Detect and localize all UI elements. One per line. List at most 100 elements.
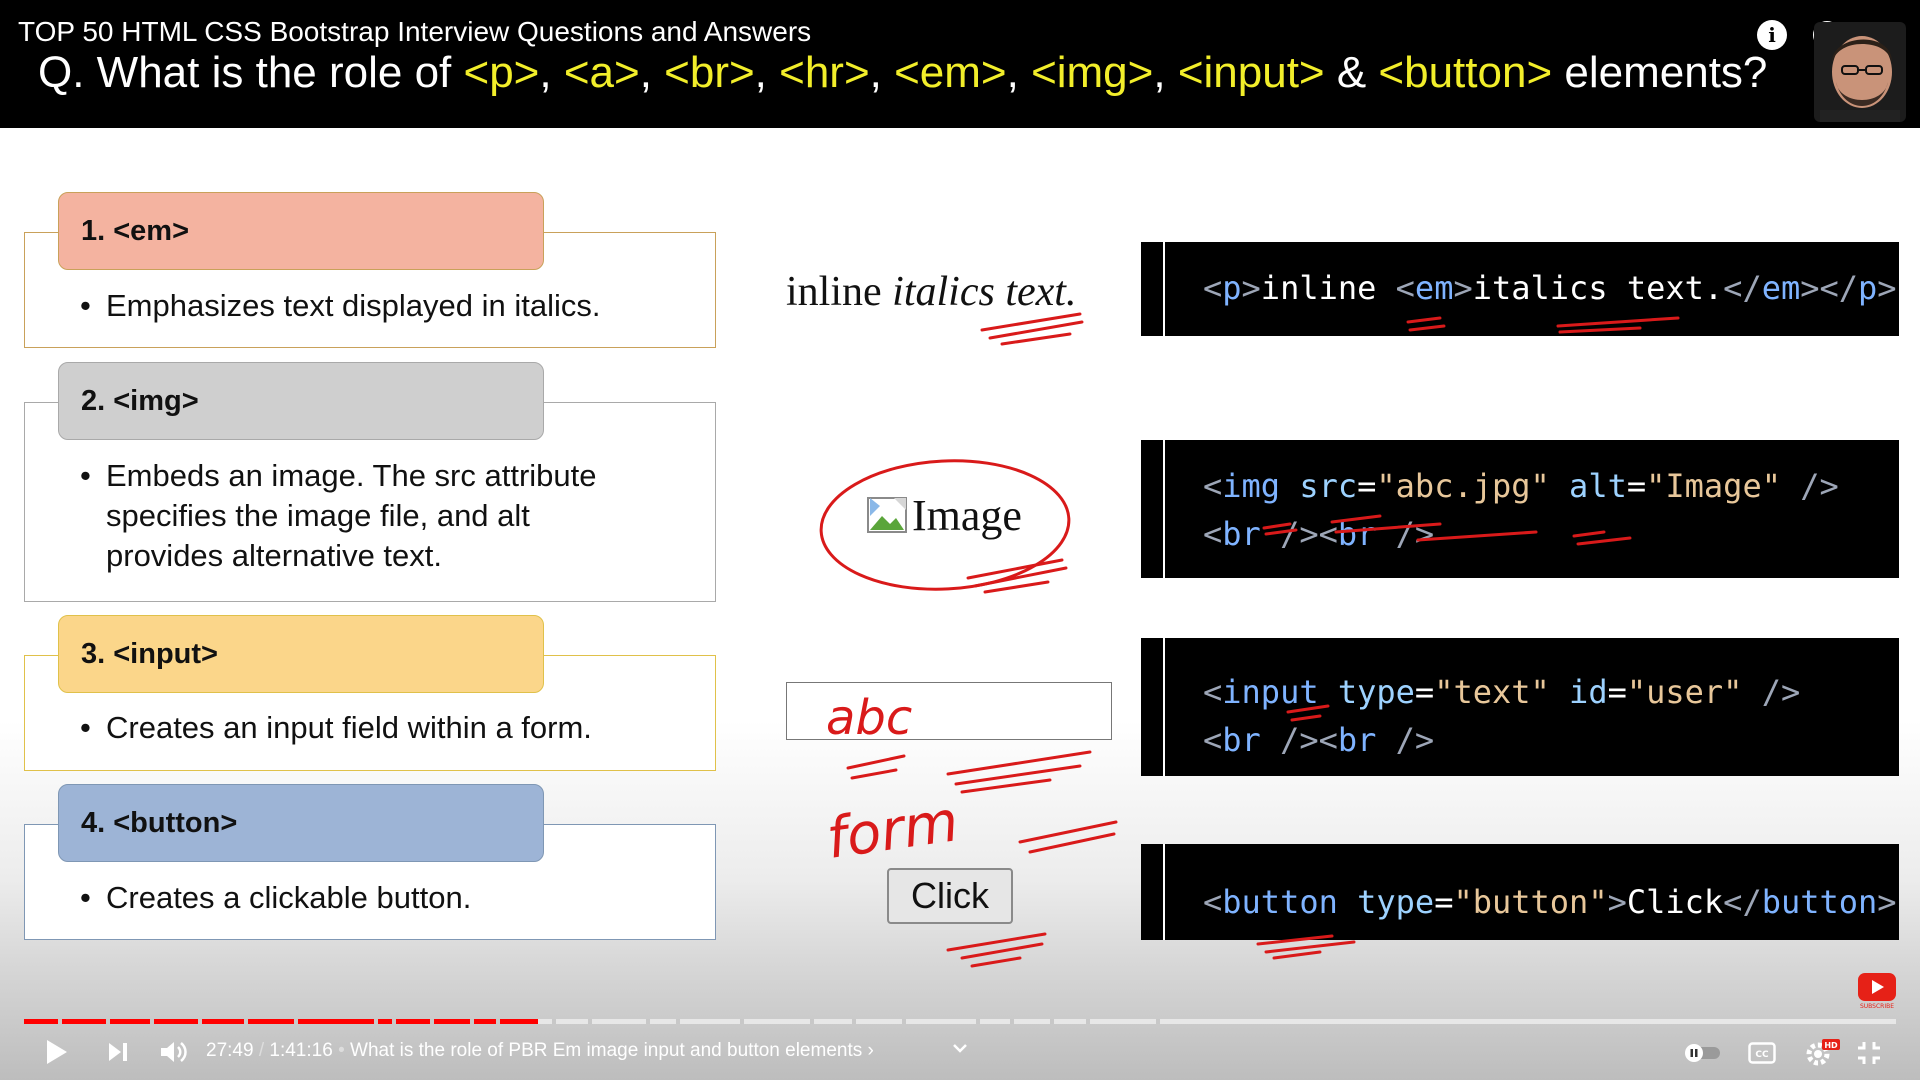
code-token: />< xyxy=(1280,721,1338,759)
code-token: /> xyxy=(1395,515,1435,553)
click-button-preview[interactable]: Click xyxy=(887,868,1013,924)
underline-input xyxy=(846,750,1092,794)
tag-br: <br> xyxy=(664,48,755,97)
code-token: "user" xyxy=(1626,673,1743,711)
code-line: <br /><br /> xyxy=(1203,510,1899,558)
code-token: ></ xyxy=(1800,269,1859,307)
volume-icon[interactable] xyxy=(158,1038,188,1070)
code-token: < xyxy=(1203,467,1223,505)
code-token: < xyxy=(1203,883,1223,921)
card-img-bullet: • Embeds an image. The src attribute spec… xyxy=(80,458,597,573)
tag-img: <img> xyxy=(1031,48,1154,97)
exit-fullscreen-icon[interactable] xyxy=(1856,1040,1882,1070)
code-token: > xyxy=(1607,883,1627,921)
code-token: src xyxy=(1299,467,1358,505)
code-token: "text" xyxy=(1434,673,1550,711)
text-input-preview[interactable] xyxy=(786,682,1112,740)
code-token: "button" xyxy=(1453,883,1608,921)
code-token: = xyxy=(1414,673,1435,711)
code-token: < xyxy=(1203,515,1223,553)
tag-button: <button> xyxy=(1378,48,1553,97)
broken-image-preview: Image xyxy=(866,490,1022,541)
card-input-bullet: • Creates an input field within a form. xyxy=(80,710,592,745)
code-line: <br /><br /> xyxy=(1203,716,1899,764)
underline-button xyxy=(946,932,1047,968)
code-token: </ xyxy=(1723,883,1762,921)
time-display: 27:49 / 1:41:16 • What is the role of PB… xyxy=(206,1040,874,1061)
tag-a: <a> xyxy=(563,48,640,97)
code-token: </ xyxy=(1723,269,1762,307)
tag-input: <input> xyxy=(1177,48,1325,97)
code-token: em xyxy=(1414,269,1454,307)
play-icon[interactable] xyxy=(44,1038,70,1070)
card-button-title: 4. <button> xyxy=(58,784,544,862)
code-token: p xyxy=(1858,269,1878,307)
tag-hr: <hr> xyxy=(779,48,870,97)
info-icon[interactable]: i xyxy=(1757,20,1787,50)
code-token: < xyxy=(1395,269,1415,307)
card-button-bullet: • Creates a clickable button. xyxy=(80,880,472,915)
code-token: img xyxy=(1222,467,1281,505)
question-suffix: elements? xyxy=(1552,48,1768,97)
autoplay-toggle[interactable] xyxy=(1684,1043,1722,1067)
code-token: Click xyxy=(1626,883,1724,921)
code-token: br xyxy=(1222,721,1261,759)
code-token: br xyxy=(1222,515,1261,553)
next-icon[interactable] xyxy=(106,1040,130,1068)
captions-icon[interactable]: CC xyxy=(1748,1042,1776,1068)
code-token: = xyxy=(1434,883,1454,921)
code-line: <button type="button">Click</button> xyxy=(1203,878,1899,926)
code-token: br xyxy=(1337,721,1377,759)
code-token: br xyxy=(1337,515,1377,553)
code-token: button xyxy=(1222,883,1338,921)
code-token: < xyxy=(1203,721,1223,759)
code-token: > xyxy=(1241,269,1261,307)
code-token: /> xyxy=(1761,673,1801,711)
series-title[interactable]: TOP 50 HTML CSS Bootstrap Interview Ques… xyxy=(18,16,811,48)
code-token: button xyxy=(1761,883,1878,921)
progress-played xyxy=(24,1019,539,1024)
code-token: = xyxy=(1607,673,1627,711)
svg-text:CC: CC xyxy=(1755,1050,1769,1060)
underline-italics xyxy=(980,312,1084,346)
subscribe-watermark[interactable]: SUBSCRIBE xyxy=(1857,972,1897,1010)
code-token: />< xyxy=(1280,515,1338,553)
code-token: > xyxy=(1877,269,1897,307)
chapter-title[interactable]: What is the role of PBR Em image input a… xyxy=(350,1040,862,1061)
current-time: 27:49 xyxy=(206,1040,254,1061)
form-strokes xyxy=(1018,820,1118,854)
card-em-bullet: • Emphasizes text displayed in italics. xyxy=(80,288,601,323)
broken-image-icon xyxy=(866,494,910,538)
code-token: "Image" xyxy=(1646,467,1781,505)
duration: 1:41:16 xyxy=(269,1040,333,1061)
tag-em: <em> xyxy=(894,48,1007,97)
code-token: alt xyxy=(1569,467,1627,505)
code-token: /> xyxy=(1395,721,1435,759)
code-token: = xyxy=(1626,467,1647,505)
code-em-example: <p>inline <em>italics text.</em></p> xyxy=(1141,242,1899,336)
code-line: <input type="text" id="user" /> xyxy=(1203,668,1899,716)
code-token: = xyxy=(1357,467,1377,505)
code-token: p xyxy=(1222,269,1242,307)
code-token: italics text. xyxy=(1472,269,1724,307)
code-token: /> xyxy=(1800,467,1839,505)
code-input-example: <input type="text" id="user" /> <br /><br… xyxy=(1141,638,1899,776)
code-line: <img src="abc.jpg" alt="Image" /> xyxy=(1203,462,1899,510)
question-prefix: Q. What is the role of xyxy=(38,48,464,97)
card-input-title: 3. <input> xyxy=(58,615,544,693)
code-token: "abc.jpg" xyxy=(1376,467,1550,505)
progress-bar[interactable] xyxy=(24,1019,1896,1024)
chevron-down-icon[interactable] xyxy=(950,1040,970,1059)
settings-gear-icon[interactable]: HD xyxy=(1804,1038,1840,1072)
code-token: type xyxy=(1357,883,1435,921)
card-img-title: 2. <img> xyxy=(58,362,544,440)
